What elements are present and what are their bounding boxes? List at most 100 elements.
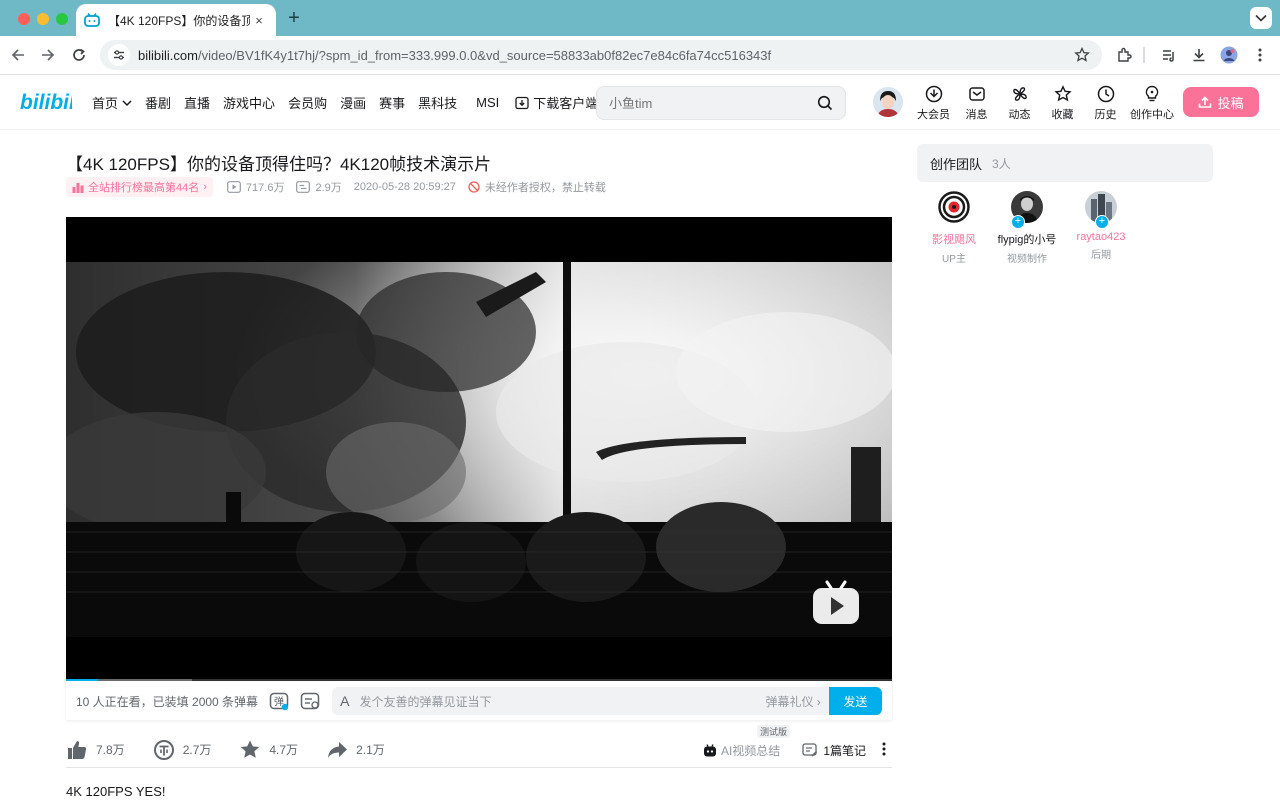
extensions-icon[interactable] xyxy=(1114,45,1134,65)
bilibili-logo[interactable]: bilibili xyxy=(20,87,82,120)
team-member[interactable]: 影视飓风 UP主 xyxy=(916,191,992,265)
ai-summary-button[interactable]: AI视频总结 测试版 xyxy=(703,724,790,759)
danmaku-bar: 10 人正在看，已装填 2000 条弹幕 弹 A 发个友善的弹幕见证当下 弹幕礼… xyxy=(66,682,892,720)
search-icon[interactable] xyxy=(817,95,833,111)
profile-avatar-icon[interactable] xyxy=(1219,45,1239,65)
send-danmaku-button[interactable]: 发送 xyxy=(828,687,882,715)
dynamic-label: 动态 xyxy=(1008,109,1031,121)
history-label: 历史 xyxy=(1094,109,1117,121)
video-progress-fill xyxy=(66,679,100,681)
video-title: 【4K 120FPS】你的设备顶得住吗？4K120帧技术演示片 xyxy=(66,155,492,174)
vip-icon xyxy=(925,85,942,103)
reading-list-icon[interactable] xyxy=(1159,45,1179,65)
danmaku-input[interactable]: A 发个友善的弹幕见证当下 弹幕礼仪 › xyxy=(332,687,829,715)
follow-plus-icon[interactable]: + xyxy=(1095,215,1109,229)
no-repost-icon xyxy=(468,181,480,193)
message-label: 消息 xyxy=(965,109,988,121)
danmaku-count-icon xyxy=(296,181,311,193)
coin-button[interactable]: 2.7万 xyxy=(153,739,211,761)
tab-close-icon[interactable]: × xyxy=(250,13,268,28)
reload-button[interactable] xyxy=(69,45,89,65)
close-window-button[interactable] xyxy=(18,13,30,25)
user-avatar[interactable] xyxy=(873,87,903,117)
bookmark-star-icon[interactable] xyxy=(1074,46,1090,68)
tab-search-button[interactable] xyxy=(1250,7,1272,29)
danmaku-etiquette-link[interactable]: 弹幕礼仪 › xyxy=(765,693,820,710)
new-tab-button[interactable]: + xyxy=(284,8,304,28)
danmaku-style-icon[interactable]: A xyxy=(340,693,349,709)
member-name[interactable]: raytao423 xyxy=(1077,231,1126,243)
message-entry[interactable]: 消息 xyxy=(955,85,998,122)
search-input[interactable] xyxy=(609,95,817,111)
dynamic-entry[interactable]: 动态 xyxy=(998,85,1041,122)
more-options-icon[interactable] xyxy=(882,742,892,759)
browser-tab-active[interactable]: 【4K 120FPS】你的设备顶得住 × xyxy=(76,4,276,36)
rank-badge[interactable]: 全站排行榜最高第44名 › xyxy=(66,177,213,197)
nav-home[interactable]: 首页 xyxy=(92,93,132,112)
address-bar[interactable]: bilibili.com/video/BV1fK4y1t7hj/?spm_id_… xyxy=(100,40,1102,70)
notes-icon xyxy=(802,742,818,757)
site-info-icon[interactable] xyxy=(108,44,130,66)
team-member[interactable]: + flypig的小号 视频制作 xyxy=(989,191,1065,265)
member-role: UP主 xyxy=(942,254,966,265)
member-name[interactable]: flypig的小号 xyxy=(998,231,1057,247)
view-count-text: 717.6万 xyxy=(245,182,285,194)
page-content: bilibili 首页 番剧 直播 游戏中心 会员购 漫画 赛事 黑科技 MSI… xyxy=(0,75,1280,800)
downloads-icon[interactable] xyxy=(1189,45,1209,65)
nav-esports[interactable]: 赛事 xyxy=(379,93,405,112)
video-progress-bar[interactable] xyxy=(66,679,892,681)
danmaku-settings-icon xyxy=(301,692,320,710)
danmaku-settings[interactable] xyxy=(295,691,327,711)
upload-button[interactable]: 投稿 xyxy=(1183,87,1259,117)
creator-center-label: 创作中心 xyxy=(1130,109,1174,121)
danmaku-toggle[interactable]: 弹 xyxy=(263,691,295,711)
chevron-down-icon xyxy=(1255,14,1267,22)
nav-mall[interactable]: 会员购 xyxy=(288,93,327,112)
danmaku-count: 2.9万 xyxy=(296,179,342,195)
nav-tech[interactable]: 黑科技 xyxy=(418,93,457,112)
video-description: 4K 120FPS YES! xyxy=(66,784,166,799)
danmaku-toggle-icon: 弹 xyxy=(269,692,289,711)
favorite-entry[interactable]: 收藏 xyxy=(1041,85,1084,122)
beta-badge: 测试版 xyxy=(756,724,790,738)
vip-entry[interactable]: 大会员 xyxy=(912,85,955,122)
url-host: bilibili.com xyxy=(138,47,198,63)
share-arrow-icon xyxy=(328,741,348,758)
chevron-down-icon xyxy=(122,99,132,106)
member-role: 视频制作 xyxy=(1007,254,1047,265)
video-player[interactable] xyxy=(66,217,892,681)
nav-msi[interactable]: MSI xyxy=(476,95,499,110)
nav-live[interactable]: 直播 xyxy=(184,93,210,112)
minimize-window-button[interactable] xyxy=(37,13,49,25)
notes-button[interactable]: 1篇笔记 xyxy=(802,742,866,759)
download-client-link[interactable]: 下载客户端 xyxy=(515,93,598,112)
member-name[interactable]: 影视飓风 xyxy=(932,231,976,247)
favorite-button[interactable]: 4.7万 xyxy=(239,739,298,761)
ai-robot-icon xyxy=(703,743,716,756)
follow-plus-icon[interactable]: + xyxy=(1011,215,1025,229)
team-member[interactable]: + raytao423 后期 xyxy=(1063,191,1139,261)
copyright-text: 未经作者授权，禁止转载 xyxy=(484,182,606,194)
forward-arrow-icon xyxy=(42,49,55,61)
creator-center-entry[interactable]: 创作中心 xyxy=(1127,85,1177,122)
history-entry[interactable]: 历史 xyxy=(1084,85,1127,122)
nav-manga[interactable]: 漫画 xyxy=(340,93,366,112)
maximize-window-button[interactable] xyxy=(56,13,68,25)
nav-anime[interactable]: 番剧 xyxy=(145,93,171,112)
browser-menu-icon[interactable] xyxy=(1250,45,1270,65)
share-button[interactable]: 2.1万 xyxy=(326,739,385,761)
like-button[interactable]: 7.8万 xyxy=(66,739,125,761)
browser-toolbar: bilibili.com/video/BV1fK4y1t7hj/?spm_id_… xyxy=(0,36,1280,75)
nav-game-center[interactable]: 游戏中心 xyxy=(223,93,275,112)
dynamic-icon xyxy=(1012,87,1027,101)
ai-summary-label: AI视频总结 xyxy=(720,743,781,758)
top-nav: 首页 番剧 直播 游戏中心 会员购 漫画 赛事 黑科技 MSI 下载客户端 xyxy=(92,75,611,130)
chevron-right-icon: › xyxy=(203,181,207,193)
play-button[interactable] xyxy=(811,580,861,631)
forward-button[interactable] xyxy=(38,45,58,65)
watching-count-text: 10 人正在看，已装填 2000 条弹幕 xyxy=(76,694,259,709)
video-buffered-bar xyxy=(98,679,192,681)
member-avatar[interactable] xyxy=(938,191,970,223)
back-button[interactable] xyxy=(8,45,28,65)
logo-text: bilibili xyxy=(20,91,72,114)
